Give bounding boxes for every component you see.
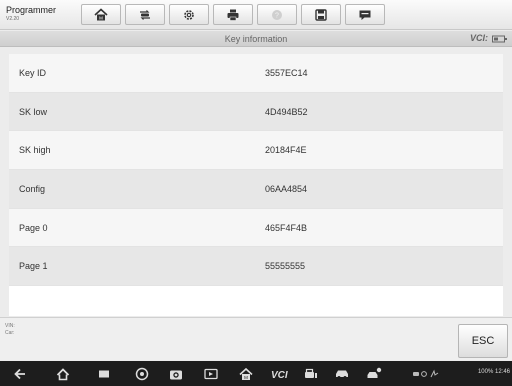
service-car-icon[interactable] [366,366,382,382]
save-icon [315,8,327,21]
data-icon [359,10,371,20]
row-value: 465F4F4B [265,222,308,233]
camera-icon[interactable] [168,366,184,382]
vci-status: VCI: [470,33,488,43]
save-button[interactable] [301,4,341,25]
row-value: 3557EC14 [265,67,308,78]
home-icon: M [94,7,108,20]
vehicle-info-panel: VIN: Car: ESC [0,317,512,360]
vci-nav-icon[interactable]: VCI [270,366,292,382]
vci-connection-icon [492,35,507,43]
row-value: 06AA4854 [265,183,308,194]
settings-icon [184,9,194,20]
data-button[interactable] [345,4,385,25]
app-version: V2.20 [6,16,20,22]
row-key: SK low [19,106,48,117]
help-button[interactable]: ? [257,4,297,25]
table-row: Page 0 465F4F4B [9,208,503,248]
table-row: SK low 4D494B52 [9,92,503,132]
vin-label: VIN: [5,323,15,329]
back-icon[interactable] [12,366,28,382]
row-key: SK high [19,145,51,156]
browser-icon[interactable] [134,366,150,382]
svg-text:?: ? [275,12,279,19]
row-value: 55555555 [265,261,306,272]
row-key: Page 0 [19,222,48,233]
row-key: Config [19,183,46,194]
row-value: 20184F4E [265,145,307,156]
vehicle-menu-icon[interactable] [303,366,319,382]
help-icon: ? [272,9,282,20]
print-icon [227,9,239,21]
key-info-table: Key ID 3557EC14 SK low 4D494B52 SK high … [9,54,503,316]
row-key: Key ID [19,67,47,78]
screen-capture-icon[interactable] [203,366,219,382]
table-row: Config 06AA4854 [9,170,503,209]
vehicle-swap-button[interactable] [125,4,165,25]
esc-button[interactable]: ESC [458,324,508,358]
status-time: 100% 12:46 [477,369,510,375]
vehicle-swap-icon [140,9,150,20]
row-value: 4D494B52 [265,106,308,117]
car-label: Car: [5,330,15,336]
home-nav-icon[interactable] [55,366,71,382]
system-nav-bar: M VCI 100% 12:46 [0,361,512,386]
recent-apps-icon[interactable] [96,366,112,382]
maxisys-home-icon[interactable]: M [238,366,254,382]
svg-text:M: M [244,375,248,380]
print-button[interactable] [213,4,253,25]
svg-text:VCI: VCI [271,370,288,381]
settings-button[interactable] [169,4,209,25]
home-button[interactable]: M [81,4,121,25]
table-row: Page 1 55555555 [9,247,503,287]
page-title: Key information [224,34,288,44]
title-bar: Key information VCI: [0,31,512,47]
car-icon[interactable] [334,366,350,382]
svg-text:M: M [99,15,103,20]
row-key: Page 1 [19,261,48,272]
table-row: SK high 20184F4E [9,131,503,171]
notification-icons [413,369,439,378]
top-toolbar: Programmer V2.20 M ? [0,0,512,30]
table-row: Key ID 3557EC14 [9,54,503,93]
app-title: Programmer [6,5,57,15]
